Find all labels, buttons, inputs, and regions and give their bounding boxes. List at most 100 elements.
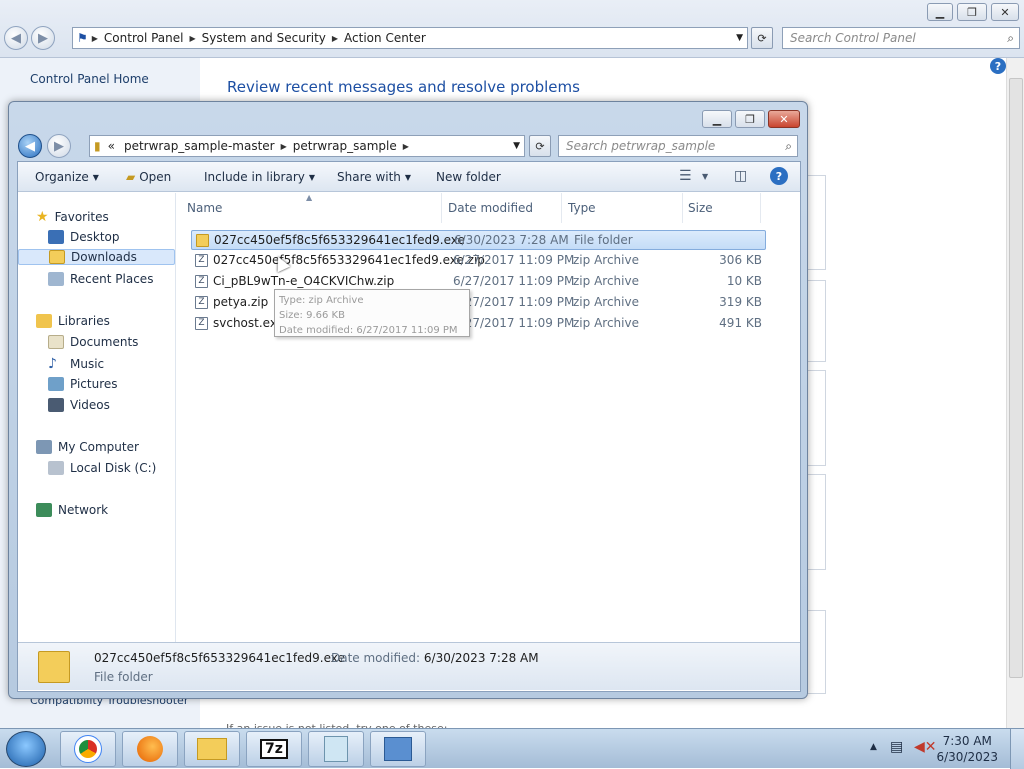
tooltip-type: Type: zip Archive xyxy=(279,295,364,306)
vertical-scrollbar[interactable] xyxy=(1006,58,1024,728)
column-separator[interactable] xyxy=(561,193,562,223)
help-icon[interactable]: ? xyxy=(990,58,1006,74)
address-bar[interactable]: ⚑ ▶ Control Panel ▶ System and Security … xyxy=(72,27,748,49)
organize-button[interactable]: Organize ▼ xyxy=(35,170,99,184)
breadcrumb-system-security[interactable]: System and Security xyxy=(196,31,332,45)
start-button[interactable] xyxy=(6,731,46,767)
nav-desktop[interactable]: Desktop xyxy=(48,230,120,244)
explorer-back-button[interactable]: ◀ xyxy=(18,134,42,158)
search-control-panel-input[interactable]: Search Control Panel ⌕ xyxy=(782,27,1020,49)
column-separator[interactable] xyxy=(682,193,683,223)
breadcrumb-overflow-icon[interactable]: « xyxy=(105,139,118,153)
file-list: Name ▲ Date modified Type Size 027cc450e… xyxy=(177,193,800,642)
volume-muted-icon[interactable]: ◀✕ xyxy=(914,739,937,755)
details-name: 027cc450ef5f8c5f653329641ec1fed9.exe xyxy=(94,651,345,665)
zip-archive-icon: Z xyxy=(195,296,208,309)
control-panel-chrome: ▁ ❐ ✕ ◀ ▶ ⚑ ▶ Control Panel ▶ System and… xyxy=(0,0,1024,58)
nav-label: Music xyxy=(70,357,105,371)
explorer-taskbar-button[interactable] xyxy=(184,731,240,767)
search-icon[interactable]: ⌕ xyxy=(785,139,792,154)
search-icon[interactable]: ⌕ xyxy=(1007,31,1014,46)
nav-favorites[interactable]: ★ Favorites xyxy=(36,209,109,225)
close-button[interactable]: ✕ xyxy=(991,3,1019,21)
breadcrumb-control-panel[interactable]: Control Panel xyxy=(98,31,190,45)
maximize-button[interactable]: ❐ xyxy=(957,3,987,21)
file-date: 6/30/2023 7:28 AM xyxy=(454,233,569,247)
nav-local-disk[interactable]: Local Disk (C:) xyxy=(48,461,156,475)
include-in-library-button[interactable]: Include in library ▼ xyxy=(204,170,315,184)
folder-icon xyxy=(196,234,209,247)
open-button[interactable]: ▰ Open xyxy=(126,170,171,184)
show-desktop-button[interactable] xyxy=(1010,729,1024,769)
firefox-taskbar-button[interactable] xyxy=(122,731,178,767)
nav-network[interactable]: Network xyxy=(36,503,108,517)
clock-time: 7:30 AM xyxy=(942,734,992,748)
file-row[interactable]: 027cc450ef5f8c5f653329641ec1fed9.exe 6/3… xyxy=(191,230,766,250)
view-options-icon[interactable]: ☰ xyxy=(679,168,692,184)
sevenzip-taskbar-button[interactable]: 7z xyxy=(246,731,302,767)
breadcrumb-petrwrap-master[interactable]: petrwrap_sample-master xyxy=(118,139,281,153)
view-dropdown-icon[interactable]: ▼ xyxy=(702,172,708,181)
preview-pane-icon[interactable]: ◫ xyxy=(734,168,747,184)
explorer-address-bar[interactable]: ▮ « petrwrap_sample-master ▶ petrwrap_sa… xyxy=(89,135,525,157)
address-dropdown-icon[interactable]: ▼ xyxy=(736,33,743,43)
help-icon[interactable]: ? xyxy=(770,167,788,185)
explorer-close-button[interactable]: ✕ xyxy=(768,110,800,128)
organize-label: Organize xyxy=(35,170,89,184)
file-name: 027cc450ef5f8c5f653329641ec1fed9.exe.zip xyxy=(213,253,485,267)
sort-arrow-icon: ▲ xyxy=(306,193,313,202)
show-hidden-icons-icon[interactable]: ▲ xyxy=(870,742,877,752)
explorer-body: Organize ▼ ▰ Open Include in library ▼ Shar… xyxy=(17,161,801,692)
nav-pictures[interactable]: Pictures xyxy=(48,377,118,391)
breadcrumb-petrwrap-sample[interactable]: petrwrap_sample xyxy=(287,139,403,153)
file-type: zip Archive xyxy=(573,253,639,267)
section-box xyxy=(808,280,826,362)
chrome-taskbar-button[interactable] xyxy=(60,731,116,767)
forward-button[interactable]: ▶ xyxy=(31,26,55,50)
explorer-forward-button[interactable]: ▶ xyxy=(47,134,71,158)
network-tray-icon[interactable]: ▤ xyxy=(890,739,903,755)
nav-label: Favorites xyxy=(54,210,109,224)
breadcrumb-action-center[interactable]: Action Center xyxy=(338,31,432,45)
column-type[interactable]: Type xyxy=(568,201,596,215)
pictures-icon xyxy=(48,377,64,391)
share-with-button[interactable]: Share with ▼ xyxy=(337,170,411,184)
chrome-icon xyxy=(74,735,102,763)
file-size: 306 KB xyxy=(719,253,762,267)
column-date-modified[interactable]: Date modified xyxy=(448,201,533,215)
notepad-taskbar-button[interactable] xyxy=(308,731,364,767)
nav-libraries[interactable]: Libraries xyxy=(36,314,110,328)
nav-recent-places[interactable]: Recent Places xyxy=(48,272,153,286)
nav-downloads[interactable]: Downloads xyxy=(18,249,175,265)
explorer-minimize-button[interactable]: ▁ xyxy=(702,110,732,128)
control-panel-taskbar-button[interactable] xyxy=(370,731,426,767)
file-size: 319 KB xyxy=(719,295,762,309)
scrollbar-thumb[interactable] xyxy=(1009,78,1023,678)
column-separator[interactable] xyxy=(760,193,761,223)
column-separator[interactable] xyxy=(441,193,442,223)
control-panel-icon: ⚑ xyxy=(77,31,88,45)
back-button[interactable]: ◀ xyxy=(4,26,28,50)
minimize-button[interactable]: ▁ xyxy=(927,3,953,21)
nav-music[interactable]: ♪ Music xyxy=(48,356,104,372)
new-folder-button[interactable]: New folder xyxy=(436,170,501,184)
nav-documents[interactable]: Documents xyxy=(48,335,138,349)
nav-videos[interactable]: Videos xyxy=(48,398,110,412)
include-in-library-label: Include in library xyxy=(204,170,305,184)
file-date: 6/27/2017 11:09 PM xyxy=(453,274,575,288)
explorer-maximize-button[interactable]: ❐ xyxy=(735,110,765,128)
file-type: zip Archive xyxy=(573,316,639,330)
nav-my-computer[interactable]: My Computer xyxy=(36,440,139,454)
explorer-refresh-icon[interactable]: ⟳ xyxy=(529,135,551,157)
column-size[interactable]: Size xyxy=(688,201,713,215)
address-dropdown-icon[interactable]: ▼ xyxy=(513,141,520,151)
zip-archive-icon: Z xyxy=(195,317,208,330)
nav-label: Documents xyxy=(70,335,139,349)
search-petrwrap-input[interactable]: Search petrwrap_sample ⌕ xyxy=(558,135,798,157)
column-name[interactable]: Name xyxy=(187,201,222,215)
clock[interactable]: 7:30 AM 6/30/2023 xyxy=(936,733,998,765)
star-icon: ★ xyxy=(36,209,49,225)
refresh-icon[interactable]: ⟳ xyxy=(751,27,773,49)
control-panel-home-link[interactable]: Control Panel Home xyxy=(30,72,149,86)
folder-icon: ▮ xyxy=(94,139,101,153)
